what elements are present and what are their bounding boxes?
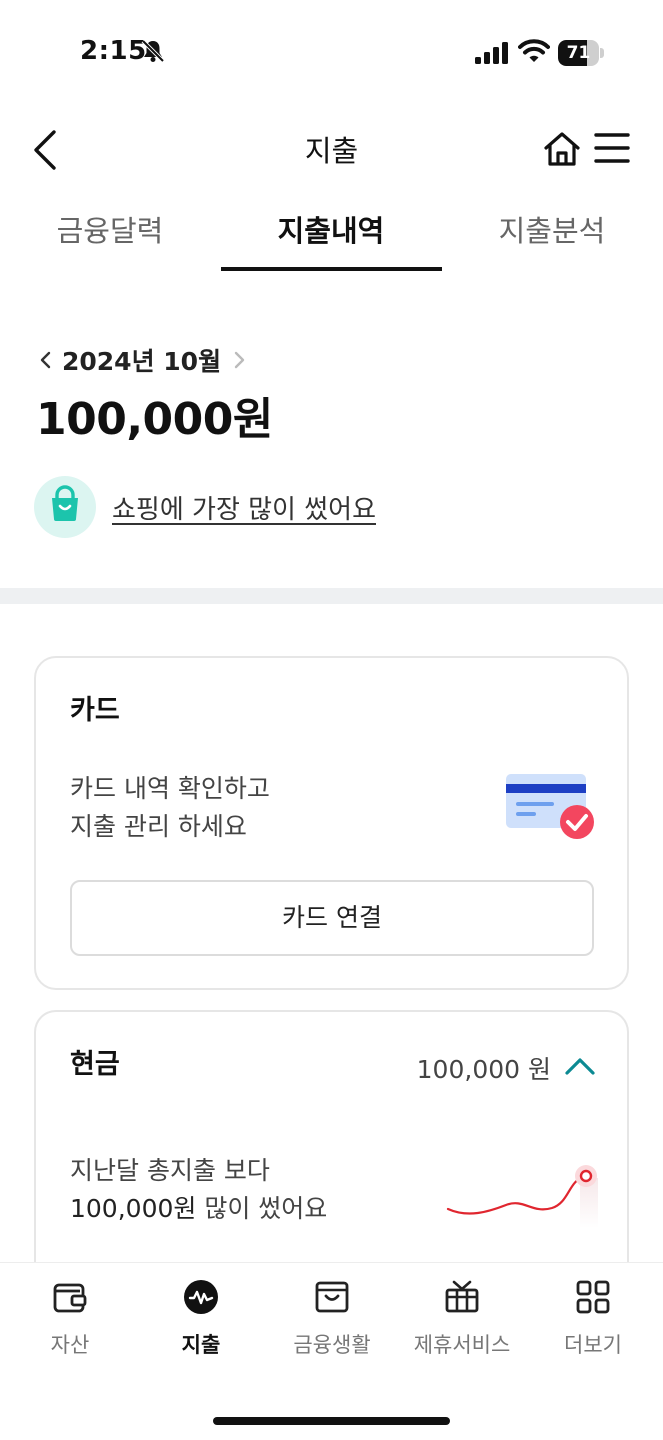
chevron-up-icon[interactable] bbox=[564, 1052, 596, 1080]
nav-label-financial-life: 금융생활 bbox=[293, 1333, 371, 1357]
wallet-icon bbox=[53, 1283, 87, 1313]
connect-card-button[interactable]: 카드 연결 bbox=[70, 880, 594, 956]
home-indicator-bar[interactable] bbox=[213, 1417, 450, 1425]
card-desc-line-2: 지출 관리 하세요 bbox=[70, 812, 247, 841]
nav-label-more: 더보기 bbox=[564, 1333, 622, 1357]
cash-desc-line-1: 지난달 총지출 보다 bbox=[70, 1156, 270, 1185]
card-section: 카드 카드 내역 확인하고 지출 관리 하세요 카드 연결 bbox=[34, 656, 629, 990]
gift-icon bbox=[445, 1280, 479, 1313]
month-label: 2024년 10월 bbox=[62, 347, 222, 376]
tab-spending-history[interactable]: 지출내역 bbox=[221, 208, 441, 272]
grid-icon bbox=[576, 1280, 610, 1314]
nav-item-assets[interactable]: 자산 bbox=[4, 1277, 136, 1359]
card-section-description: 카드 내역 확인하고 지출 관리 하세요 bbox=[70, 770, 270, 846]
cellular-signal-icon bbox=[475, 42, 508, 64]
cash-diff-amount: 100,000원 bbox=[70, 1194, 197, 1223]
insight-link[interactable]: 쇼핑에 가장 많이 썼어요 bbox=[112, 489, 376, 526]
cash-diff-suffix: 많이 썼어요 bbox=[196, 1194, 328, 1223]
nav-item-financial-life[interactable]: 금융생활 bbox=[266, 1277, 398, 1359]
nav-item-more[interactable]: 더보기 bbox=[527, 1277, 659, 1359]
bottom-navigation: 자산 지출 금융생활 제휴서비스 더보기 bbox=[0, 1262, 663, 1440]
battery-indicator: 71 bbox=[558, 40, 604, 66]
cash-section-title: 현금 bbox=[70, 1049, 120, 1080]
silent-bell-icon bbox=[141, 39, 165, 63]
cash-amount: 100,000 원 bbox=[416, 1055, 551, 1084]
section-divider bbox=[0, 588, 663, 604]
card-section-title: 카드 bbox=[70, 695, 120, 726]
chevron-left-icon[interactable] bbox=[36, 348, 56, 372]
battery-percent: 71 bbox=[566, 43, 591, 63]
cash-comparison-text: 지난달 총지출 보다 100,000원 많이 썼어요 bbox=[70, 1152, 327, 1228]
tab-financial-calendar[interactable]: 금융달력 bbox=[0, 208, 220, 272]
active-tab-indicator bbox=[221, 267, 442, 271]
top-category-insight[interactable]: 쇼핑에 가장 많이 썼어요 bbox=[34, 476, 376, 538]
spending-icon bbox=[184, 1280, 218, 1314]
tab-spending-analysis[interactable]: 지출분석 bbox=[442, 208, 662, 272]
spending-trend-line bbox=[446, 1165, 598, 1228]
status-bar: 2:15 71 bbox=[0, 0, 663, 100]
shopping-bag-icon bbox=[52, 485, 78, 521]
nav-item-spending[interactable]: 지출 bbox=[135, 1277, 267, 1359]
cash-desc-line-2: 100,000원 많이 썼어요 bbox=[70, 1190, 327, 1228]
shopping-bag-icon bbox=[315, 1281, 349, 1313]
credit-card-check-icon bbox=[506, 774, 594, 839]
nav-label-partner-services: 제휴서비스 bbox=[413, 1333, 511, 1357]
card-desc-line-1: 카드 내역 확인하고 bbox=[70, 774, 270, 803]
hamburger-menu-button[interactable] bbox=[594, 131, 630, 165]
shopping-bag-badge bbox=[34, 476, 96, 538]
tab-bar: 금융달력 지출내역 지출분석 bbox=[0, 208, 663, 272]
total-spending-amount: 100,000원 bbox=[36, 394, 273, 445]
wifi-icon bbox=[518, 39, 550, 62]
month-selector: 2024년 10월 bbox=[36, 342, 249, 378]
nav-item-partner-services[interactable]: 제휴서비스 bbox=[396, 1277, 528, 1359]
nav-label-assets: 자산 bbox=[50, 1333, 90, 1357]
home-button[interactable] bbox=[543, 131, 581, 167]
nav-label-spending: 지출 bbox=[181, 1333, 221, 1357]
chevron-right-icon[interactable] bbox=[229, 348, 249, 372]
status-time: 2:15 bbox=[80, 36, 147, 66]
